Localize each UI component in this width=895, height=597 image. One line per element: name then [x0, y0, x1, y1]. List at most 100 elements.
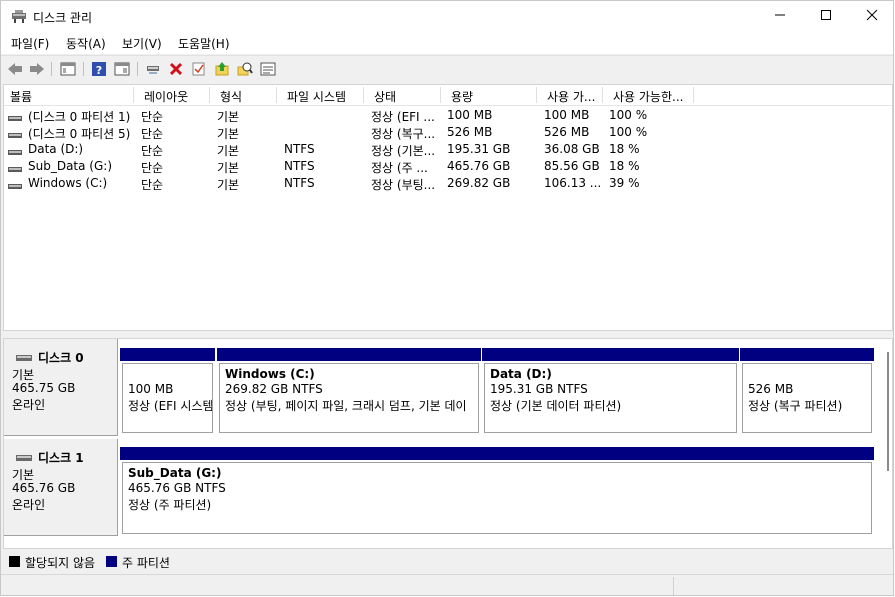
legend-swatch-primary [106, 556, 117, 567]
up-icon[interactable] [213, 60, 231, 78]
disk-0-name-row: 디스크 0 [16, 349, 84, 366]
partition-title: Windows (C:) [225, 367, 315, 381]
menu-bar: 파일(F) 동작(A) 보기(V) 도움말(H) [1, 32, 893, 54]
column-header-layout[interactable]: 레이아웃 [144, 88, 188, 105]
partition-box: Windows (C:) 269.82 GB NTFS 정상 (부팅, 페이지 … [219, 363, 479, 433]
column-header-capacity[interactable]: 용량 [451, 88, 473, 105]
show-hide-console-tree-icon[interactable] [59, 60, 77, 78]
column-header-percent-free[interactable]: 사용 가능한... [613, 88, 683, 105]
partition-status: 정상 (EFI 시스템 [128, 397, 213, 414]
column-divider[interactable] [276, 87, 277, 103]
menu-file[interactable]: 파일(F) [11, 35, 49, 52]
title-bar[interactable]: 디스크 관리 [1, 1, 893, 32]
table-cell: 100 MB [544, 108, 590, 122]
table-cell: 465.76 GB [447, 159, 511, 173]
back-icon[interactable] [6, 60, 24, 78]
partition-disk0-recovery[interactable]: 526 MB 정상 (복구 파티션) [740, 348, 874, 433]
table-cell: 39 % [609, 176, 640, 190]
partition-size: 526 MB [748, 382, 794, 396]
volume-icon [8, 179, 22, 193]
column-divider[interactable] [693, 87, 694, 103]
table-row[interactable]: Sub_Data (G:) 단순 기본 NTFS 정상 (주 ... 465.76 GB 8… [4, 157, 892, 175]
column-divider[interactable] [133, 87, 134, 103]
partition-title: Sub_Data (G:) [128, 466, 222, 480]
disk-0-name: 디스크 0 [38, 351, 84, 365]
table-row[interactable]: Data (D:) 단순 기본 NTFS 정상 (기본... 195.31 GB 36.08… [4, 140, 892, 158]
partition-size: 465.76 GB NTFS [128, 481, 226, 495]
partition-disk0-data[interactable]: Data (D:) 195.31 GB NTFS 정상 (기본 데이터 파티션) [482, 348, 739, 433]
table-cell: Data (D:) [28, 142, 84, 156]
partition-size: 195.31 GB NTFS [490, 382, 588, 396]
table-cell: NTFS [284, 176, 315, 190]
table-cell: Windows (C:) [28, 176, 108, 190]
partition-status: 정상 (주 파티션) [128, 498, 212, 512]
settings-icon[interactable] [259, 60, 277, 78]
forward-icon[interactable] [28, 60, 46, 78]
column-divider[interactable] [536, 87, 537, 103]
connect-icon[interactable] [144, 60, 162, 78]
disk-1-name-row: 디스크 1 [16, 449, 84, 466]
column-header-type[interactable]: 형식 [220, 88, 242, 105]
table-row[interactable]: (디스크 0 파티션 5) 단순 기본 정상 (복구... 526 MB 526 MB 10… [4, 123, 892, 141]
menu-help[interactable]: 도움말(H) [178, 35, 230, 52]
partition-title: Data (D:) [490, 367, 552, 381]
table-cell: 정상 (부팅... [371, 178, 436, 192]
check-icon[interactable] [190, 60, 208, 78]
table-cell: 195.31 GB [447, 142, 511, 156]
primary-partition-bar [740, 348, 874, 361]
disk-0-size: 465.75 GB [12, 381, 76, 395]
close-button[interactable] [849, 1, 893, 32]
primary-partition-bar [120, 348, 215, 361]
search-icon[interactable] [236, 60, 254, 78]
toolbar-separator [83, 62, 84, 76]
help-icon[interactable]: ? [90, 60, 108, 78]
partition-status: 정상 (기본 데이터 파티션) [490, 399, 622, 413]
disk-1-label[interactable]: 디스크 1 기본 465.76 GB 온라인 [4, 439, 118, 536]
partition-box: 100 MB 정상 (EFI 시스템 [122, 363, 213, 433]
toolbar-separator [51, 62, 52, 76]
disk-management-icon [11, 9, 27, 25]
partition-disk1-subdata[interactable]: Sub_Data (G:) 465.76 GB NTFS 정상 (주 파티션) [120, 447, 874, 534]
properties-icon[interactable] [113, 60, 131, 78]
column-divider[interactable] [363, 87, 364, 103]
partition-disk0-efi[interactable]: 100 MB 정상 (EFI 시스템 [120, 348, 215, 433]
maximize-button[interactable] [803, 1, 849, 32]
table-cell: 18 % [609, 142, 640, 156]
column-divider[interactable] [602, 87, 603, 103]
column-header-free-space[interactable]: 사용 가... [547, 88, 595, 105]
volume-list[interactable]: 볼륨 레이아웃 형식 파일 시스템 상태 용량 사용 가... 사용 가능한..… [3, 84, 893, 331]
table-cell: 단순 [141, 178, 164, 192]
partition-box: Data (D:) 195.31 GB NTFS 정상 (기본 데이터 파티션) [484, 363, 737, 433]
table-row[interactable]: (디스크 0 파티션 1) 단순 기본 정상 (EFI ... 100 MB 100 MB… [4, 106, 892, 124]
menu-view[interactable]: 보기(V) [122, 35, 162, 52]
table-row[interactable]: Windows (C:) 단순 기본 NTFS 정상 (부팅... 269.82 GB 10… [4, 174, 892, 193]
column-header-filesystem[interactable]: 파일 시스템 [287, 88, 346, 105]
column-divider[interactable] [209, 87, 210, 103]
partition-status: 정상 (부팅, 페이지 파일, 크래시 덤프, 기본 데이 [225, 399, 467, 413]
toolbar-separator [137, 62, 138, 76]
window-title: 디스크 관리 [33, 11, 93, 25]
graph-vertical-scrollbar[interactable] [884, 349, 892, 474]
minimize-button[interactable] [757, 1, 803, 32]
table-cell: 106.13 ... [544, 176, 602, 190]
menu-action[interactable]: 동작(A) [66, 35, 106, 52]
legend-label-primary: 주 파티션 [122, 556, 170, 570]
column-header-volume[interactable]: 볼륨 [10, 88, 32, 105]
table-cell: 85.56 GB [544, 159, 600, 173]
partition-size: 269.82 GB NTFS [225, 382, 323, 396]
primary-partition-bar [120, 447, 874, 460]
legend-label-unallocated: 할당되지 않음 [25, 556, 96, 570]
disk-0-label[interactable]: 디스크 0 기본 465.75 GB 온라인 [4, 339, 118, 436]
delete-icon[interactable] [167, 60, 185, 78]
close-icon [866, 9, 878, 24]
partition-disk0-windows[interactable]: Windows (C:) 269.82 GB NTFS 정상 (부팅, 페이지 … [217, 348, 481, 433]
table-cell: 526 MB [447, 125, 493, 139]
column-divider[interactable] [440, 87, 441, 103]
status-bar-segment [673, 577, 674, 595]
status-bar [1, 574, 893, 595]
primary-partition-bar [217, 348, 481, 361]
column-header-status[interactable]: 상태 [374, 88, 396, 105]
disk-1-status: 온라인 [12, 498, 46, 512]
table-cell: 기본 [217, 178, 240, 192]
table-cell: 18 % [609, 159, 640, 173]
